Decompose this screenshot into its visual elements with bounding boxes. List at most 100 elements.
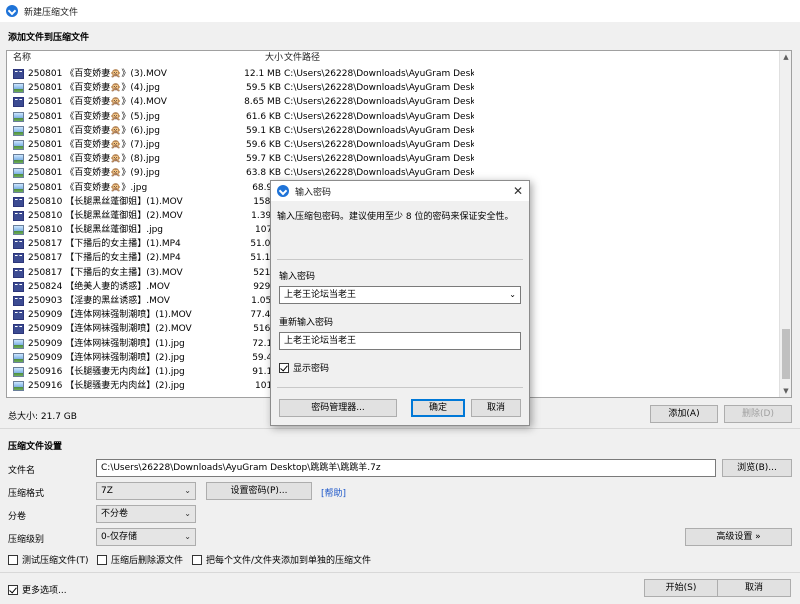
- cancel-button[interactable]: 取消: [717, 579, 791, 597]
- video-file-icon: [13, 281, 24, 292]
- show-password-checkbox[interactable]: 显示密码: [279, 361, 329, 374]
- file-path: C:\Users\26228\Downloads\AyuGram Deskto.…: [284, 125, 474, 136]
- table-row[interactable]: 250801 《百变娇妻🙊》(3).MOV 12.1 MB C:\Users\262…: [7, 67, 781, 81]
- file-name: 250824 【绝美人妻的诱惑】.MOV: [28, 281, 170, 292]
- checkbox-box[interactable]: [279, 362, 289, 373]
- password-value: 上老王论坛当老王: [284, 290, 357, 300]
- archive-icon: [6, 5, 18, 17]
- password-manager-button[interactable]: 密码管理器...: [279, 399, 397, 417]
- image-file-icon: [13, 381, 24, 392]
- start-button[interactable]: 开始(S): [644, 579, 718, 597]
- scroll-thumb[interactable]: [782, 329, 790, 379]
- level-select[interactable]: 0-仅存储 ⌄: [96, 528, 196, 546]
- file-name: 250801 《百变娇妻🙊》(4).jpg: [28, 83, 160, 94]
- close-icon[interactable]: ✕: [513, 184, 523, 198]
- file-path: C:\Users\26228\Downloads\AyuGram Deskto.…: [284, 97, 474, 108]
- checkbox-box[interactable]: [97, 554, 107, 565]
- file-path: C:\Users\26228\Downloads\AyuGram Deskto.…: [284, 139, 474, 150]
- image-file-icon: [13, 338, 24, 349]
- ok-button[interactable]: 确定: [411, 399, 465, 417]
- table-row[interactable]: 250801 《百变娇妻🙊》(5).jpg 61.6 KB C:\Users\262…: [7, 110, 781, 124]
- add-button[interactable]: 添加(A): [650, 405, 718, 423]
- file-name: 250801 《百变娇妻🙊》.jpg: [28, 182, 148, 193]
- password-input[interactable]: 上老王论坛当老王 ⌄: [279, 286, 521, 304]
- column-header-size[interactable]: 大小: [265, 51, 283, 65]
- chevron-down-icon[interactable]: ⌄: [509, 287, 516, 303]
- image-file-icon: [13, 225, 24, 236]
- file-name: 250909 【连体网袜强制潮喷】(1).jpg: [28, 338, 185, 349]
- dialog-cancel-button[interactable]: 取消: [471, 399, 521, 417]
- file-name: 250801 《百变娇妻🙊》(6).jpg: [28, 125, 160, 136]
- file-name: 250909 【连体网袜强制潮喷】(2).jpg: [28, 352, 185, 363]
- test-archive-checkbox[interactable]: 测试压缩文件(T): [8, 553, 89, 566]
- password-dialog[interactable]: 输入密码 ✕ 输入压缩包密码。建议使用至少 8 位的密码来保证安全性。 输入密码…: [270, 180, 530, 426]
- reenter-password-input[interactable]: 上老王论坛当老王: [279, 332, 521, 350]
- column-header-path[interactable]: 文件路径: [284, 51, 320, 65]
- table-row[interactable]: 250801 《百变娇妻🙊》(7).jpg 59.6 KB C:\Users\262…: [7, 138, 781, 152]
- format-label: 压缩格式: [8, 489, 45, 499]
- checkbox-box[interactable]: [8, 584, 18, 595]
- browse-button[interactable]: 浏览(B)...: [722, 459, 792, 477]
- show-password-label: 显示密码: [293, 364, 330, 374]
- file-size: 63.8 KB: [246, 168, 281, 179]
- chevron-down-icon: ⌄: [184, 486, 191, 495]
- add-files-heading: 添加文件到压缩文件: [8, 33, 90, 43]
- separate-archives-checkbox[interactable]: 把每个文件/文件夹添加到单独的压缩文件: [192, 553, 371, 566]
- split-select[interactable]: 不分卷 ⌄: [96, 505, 196, 523]
- more-options-checkbox[interactable]: 更多选项...: [8, 583, 67, 596]
- chevron-down-icon: ⌄: [184, 509, 191, 518]
- table-row[interactable]: 250801 《百变娇妻🙊》(6).jpg 59.1 KB C:\Users\262…: [7, 124, 781, 138]
- checkbox-box[interactable]: [192, 554, 202, 565]
- table-row[interactable]: 250801 《百变娇妻🙊》(4).jpg 59.5 KB C:\Users\262…: [7, 81, 781, 95]
- video-file-icon: [13, 324, 24, 335]
- split-label: 分卷: [8, 512, 27, 522]
- settings-heading: 压缩文件设置: [8, 442, 63, 452]
- file-name: 250916 【长腿骚妻无内肉丝】(2).jpg: [28, 381, 185, 392]
- video-file-icon: [13, 196, 24, 207]
- archive-icon: [277, 185, 289, 197]
- file-name: 250817 【下播后的女主播】(2).MP4: [28, 253, 181, 264]
- video-file-icon: [13, 97, 24, 108]
- column-header-name[interactable]: 名称: [13, 51, 31, 65]
- advanced-settings-button[interactable]: 高级设置 »: [685, 528, 792, 546]
- checkbox-box[interactable]: [8, 554, 18, 565]
- dialog-titlebar: 输入密码 ✕: [271, 181, 529, 201]
- image-file-icon: [13, 139, 24, 150]
- image-file-icon: [13, 154, 24, 165]
- scroll-down-icon[interactable]: ▼: [780, 385, 791, 397]
- format-value: 7Z: [101, 486, 113, 496]
- image-file-icon: [13, 182, 24, 193]
- file-name: 250801 《百变娇妻🙊》(5).jpg: [28, 111, 160, 122]
- table-row[interactable]: 250801 《百变娇妻🙊》(9).jpg 63.8 KB C:\Users\262…: [7, 166, 781, 180]
- delete-after-checkbox[interactable]: 压缩后删除源文件: [97, 553, 183, 566]
- file-size: 8.65 MB: [244, 97, 281, 108]
- set-password-button[interactable]: 设置密码(P)...: [206, 482, 312, 500]
- dialog-divider: [277, 387, 523, 388]
- delete-button[interactable]: 删除(D): [724, 405, 792, 423]
- level-value: 0-仅存储: [101, 532, 137, 542]
- file-list-scrollbar[interactable]: ▲ ▼: [779, 51, 791, 397]
- help-link[interactable]: [帮助]: [321, 486, 346, 499]
- format-select[interactable]: 7Z ⌄: [96, 482, 196, 500]
- scroll-up-icon[interactable]: ▲: [780, 51, 791, 63]
- file-name: 250801 《百变娇妻🙊》(7).jpg: [28, 139, 160, 150]
- file-name: 250903 【淫妻的黑丝诱惑】.MOV: [28, 296, 170, 306]
- image-file-icon: [13, 125, 24, 136]
- chevron-down-icon: ⌄: [184, 532, 191, 541]
- table-row[interactable]: 250801 《百变娇妻🙊》(4).MOV 8.65 MB C:\Users\262…: [7, 95, 781, 109]
- video-file-icon: [13, 310, 24, 321]
- file-name: 250801 《百变娇妻🙊》(3).MOV: [28, 69, 167, 79]
- window-title: 新建压缩文件: [24, 7, 79, 18]
- total-size: 总大小: 21.7 GB: [8, 412, 77, 422]
- file-name: 250817 【下播后的女主播】(1).MP4: [28, 239, 181, 250]
- file-path: C:\Users\26228\Downloads\AyuGram Deskto.…: [284, 69, 474, 79]
- video-file-icon: [13, 69, 24, 79]
- filename-label: 文件名: [8, 466, 36, 476]
- file-size: 12.1 MB: [244, 69, 281, 79]
- video-file-icon: [13, 296, 24, 306]
- video-file-icon: [13, 239, 24, 250]
- divider: [0, 572, 800, 573]
- file-name: 250810 【长腿黑丝蓬御姐】(2).MOV: [28, 210, 183, 221]
- table-row[interactable]: 250801 《百变娇妻🙊》(8).jpg 59.7 KB C:\Users\262…: [7, 152, 781, 166]
- filename-input[interactable]: C:\Users\26228\Downloads\AyuGram Desktop…: [96, 459, 716, 477]
